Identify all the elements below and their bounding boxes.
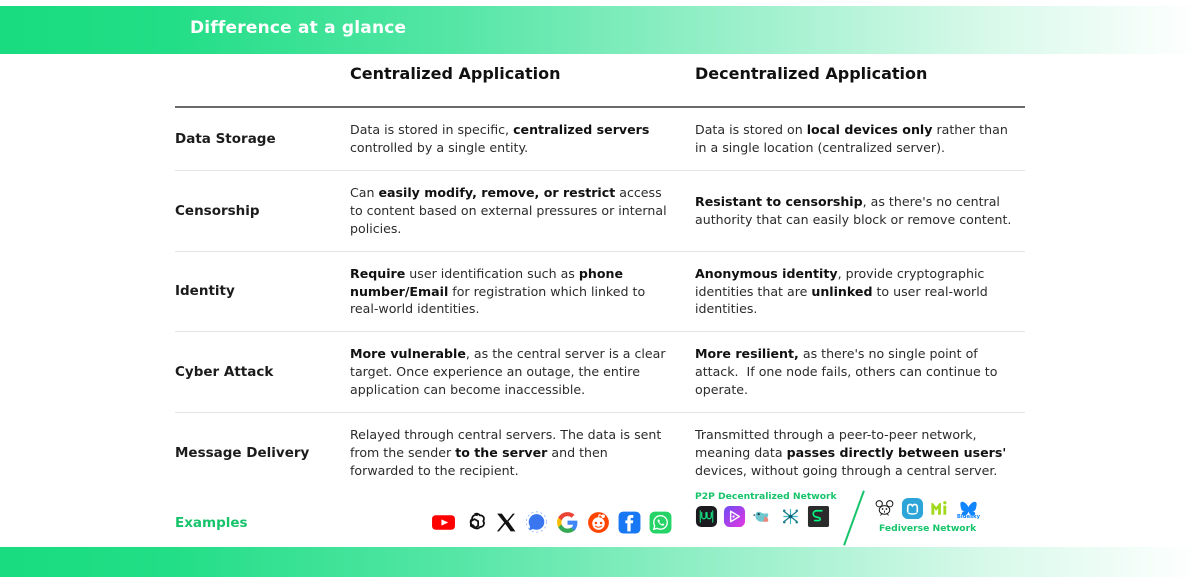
wire-logo (695, 505, 718, 528)
row-label-examples: Examples (175, 514, 248, 531)
table-row: Data Storage Data is stored in specific, … (175, 108, 1025, 171)
facebook-logo (617, 510, 642, 535)
cell-centralized: Relayed through central servers. The dat… (350, 426, 662, 478)
table-row: Censorship Can easily modify, remove, or … (175, 171, 1025, 252)
cell-decentralized: Anonymous identity, provide cryptographi… (695, 265, 988, 317)
decentralized-logo-area: P2P Decentralized Network Bluesky Fedive… (695, 489, 1025, 553)
table-body: Data Storage Data is stored in specific, … (175, 108, 1025, 493)
table-row: Cyber Attack More vulnerable, as the cent… (175, 332, 1025, 413)
x-twitter-logo (493, 510, 518, 535)
svg-text:Bluesky: Bluesky (957, 514, 980, 520)
openai-logo (462, 510, 487, 535)
centralized-logo-strip (350, 510, 695, 535)
misskey-logo (929, 497, 952, 520)
fediverse-group: Bluesky Fediverse Network (873, 497, 980, 534)
row-label: Identity (175, 283, 235, 300)
cell-centralized: Data is stored in specific, centralized … (350, 122, 650, 155)
cell-decentralized: Resistant to censorship, as there's no c… (695, 193, 1012, 227)
bluesky-logo: Bluesky (957, 497, 980, 520)
bird-p2p-logo (751, 505, 774, 528)
row-label: Censorship (175, 202, 260, 219)
footer-gradient-bar (0, 547, 1200, 577)
page-title: Difference at a glance (190, 18, 407, 38)
header-gradient-bar (0, 6, 1200, 54)
youtube-logo (431, 510, 456, 535)
reddit-logo (586, 510, 611, 535)
table-row-examples: Examples P2P Decentralized Network Blues… (175, 489, 1025, 553)
row-label: Cyber Attack (175, 364, 274, 381)
briar-logo (779, 505, 802, 528)
cell-decentralized: More resilient, as there's no single poi… (695, 346, 998, 397)
cell-centralized: Can easily modify, remove, or restrict a… (350, 185, 667, 236)
mastodon-logo (901, 497, 924, 520)
cell-decentralized: Data is stored on local devices only rat… (695, 122, 1008, 155)
session-logo (807, 505, 830, 528)
signal-logo (524, 510, 549, 535)
row-label: Message Delivery (175, 444, 310, 461)
comparison-table: Centralized Application Decentralized Ap… (175, 62, 1025, 553)
p2p-group-title: P2P Decentralized Network (695, 490, 837, 502)
cell-decentralized: Transmitted through a peer-to-peer netwo… (695, 426, 1007, 478)
p2p-logo-strip (695, 505, 837, 528)
whatsapp-logo (648, 510, 673, 535)
column-header-attribute (175, 62, 350, 64)
p2p-group: P2P Decentralized Network (695, 491, 837, 528)
column-header-decentralized: Decentralized Application (695, 64, 928, 83)
column-header-centralized: Centralized Application (350, 64, 561, 83)
table-row: Message Delivery Relayed through central … (175, 413, 1025, 493)
delta-chat-logo (723, 505, 746, 528)
fediverse-group-title: Fediverse Network (879, 522, 977, 534)
fediverse-logo-strip: Bluesky (873, 497, 980, 520)
peertube-logo (873, 497, 896, 520)
diagonal-divider (843, 489, 865, 546)
table-header-row: Centralized Application Decentralized Ap… (175, 62, 1025, 108)
cell-centralized: More vulnerable, as the central server i… (350, 346, 666, 397)
row-label: Data Storage (175, 131, 276, 147)
table-row: Identity Require user identification such… (175, 252, 1025, 333)
google-logo (555, 510, 580, 535)
cell-centralized: Require user identification such as phon… (350, 265, 646, 317)
